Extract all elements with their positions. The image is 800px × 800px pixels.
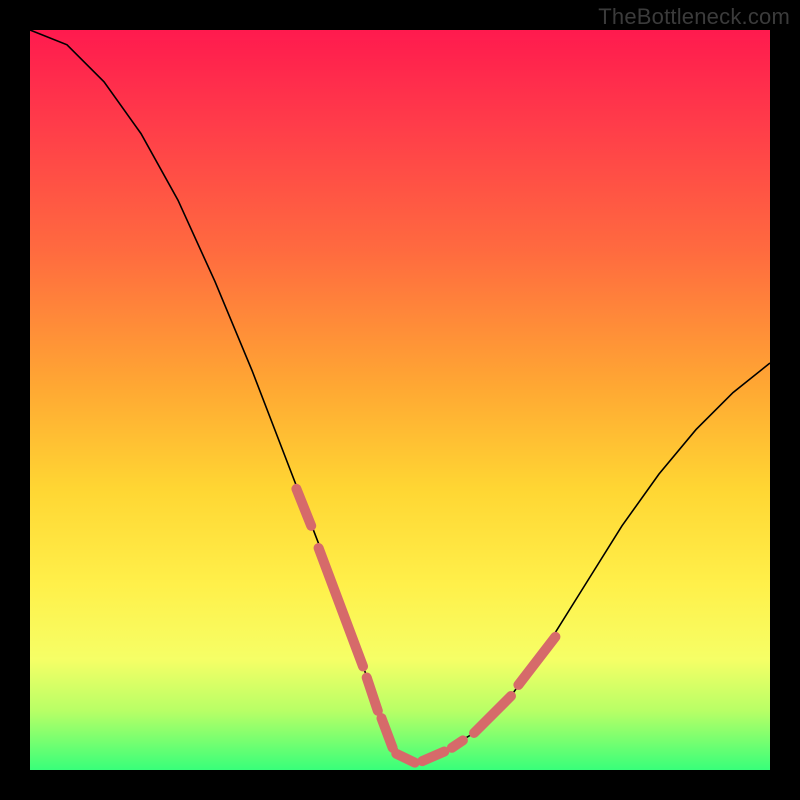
bottleneck-curve [30,30,770,763]
watermark-text: TheBottleneck.com [598,4,790,30]
highlight-segment [518,637,555,685]
highlight-segment [296,489,311,526]
highlight-segment [452,740,463,747]
highlight-segment [474,696,511,733]
plot-area [30,30,770,770]
chart-frame: TheBottleneck.com [0,0,800,800]
highlight-segment [319,548,363,666]
chart-svg [30,30,770,770]
highlight-segment [422,752,444,762]
highlight-segment [382,718,393,748]
highlight-segment [396,754,415,763]
highlight-segment [367,678,378,711]
